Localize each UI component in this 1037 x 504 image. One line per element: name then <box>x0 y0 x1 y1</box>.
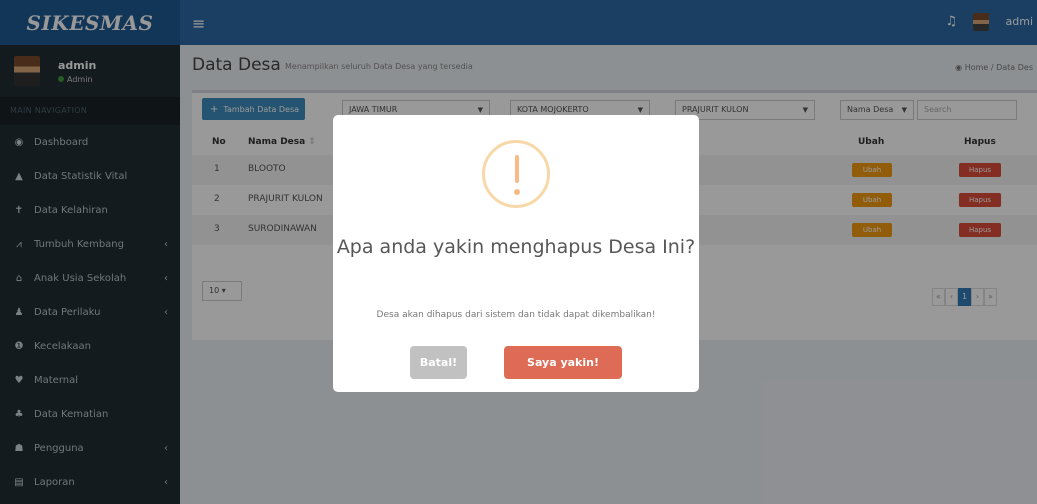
confirm-button[interactable]: Saya yakin! <box>504 346 622 379</box>
warning-icon <box>482 140 550 208</box>
dialog-title: Apa anda yakin menghapus Desa Ini? <box>336 236 696 258</box>
cancel-button[interactable]: Batal! <box>410 346 467 379</box>
dialog-text: Desa akan dihapus dari sistem dan tidak … <box>376 310 656 320</box>
confirm-dialog: Apa anda yakin menghapus Desa Ini? Desa … <box>333 115 699 392</box>
